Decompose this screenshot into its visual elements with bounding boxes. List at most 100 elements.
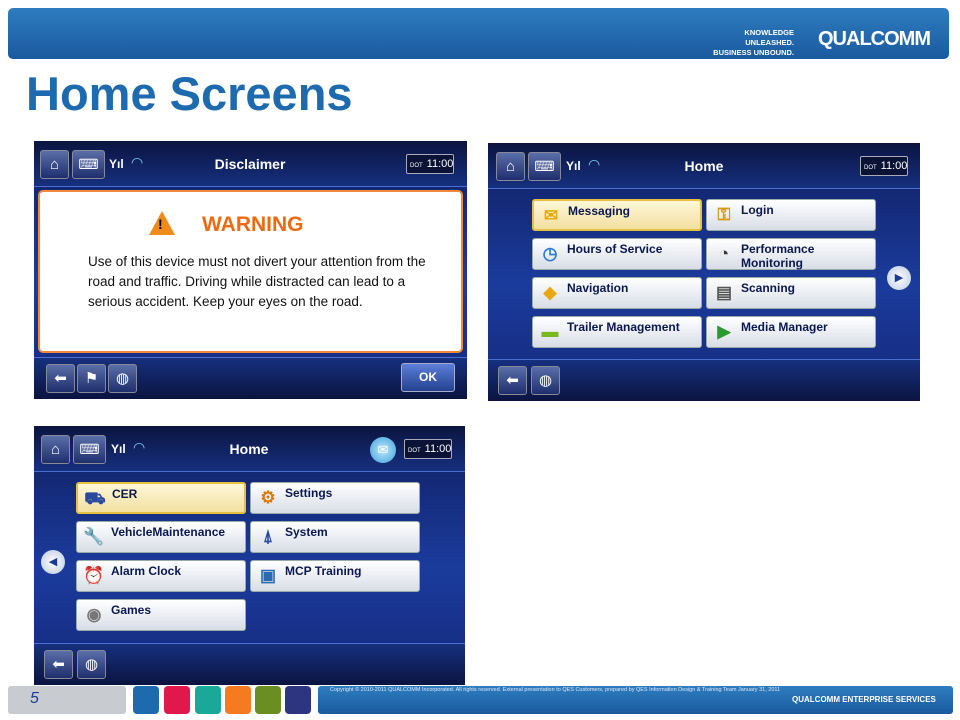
gears-icon: ⚙ <box>260 488 276 507</box>
keyboard-icon: ⌨ <box>78 156 99 172</box>
globe-button[interactable]: ◍ <box>77 650 106 679</box>
bottom-bar: ⬅ ◍ <box>488 359 920 401</box>
signal-icon: Yıl <box>111 442 126 456</box>
bottom-bar: ⬅ ⚑ ◍ OK <box>34 357 467 399</box>
tile-messaging[interactable]: ✉ Messaging <box>532 199 702 231</box>
message-notification-icon[interactable]: ✉ <box>370 437 396 463</box>
status-bar: ⌂ ⌨ Yıl ◠ Home DOT 11:00 <box>488 143 920 189</box>
next-page-button[interactable]: ▶ <box>887 266 911 290</box>
status-bar: ⌂ ⌨ Yıl ◠ Disclaimer DOT 11:00 <box>34 141 467 187</box>
windows-button[interactable]: ⚑ <box>77 364 106 393</box>
road-sign-icon: ◆ <box>543 283 557 302</box>
play-icon: ▶ <box>717 322 731 341</box>
globe-icon: ◍ <box>115 370 130 387</box>
globe-icon: ◍ <box>538 372 553 389</box>
dot-clock: DOT 11:00 <box>404 439 452 459</box>
color-swatch <box>133 686 159 714</box>
tile-hours-of-service[interactable]: ◷ Hours of Service <box>532 238 702 270</box>
dot-clock: DOT 11:00 <box>406 154 454 174</box>
key-icon: ⚿ <box>717 205 731 224</box>
tile-navigation[interactable]: ◆ Navigation <box>532 277 702 309</box>
warning-title: WARNING <box>202 213 304 236</box>
monitor-icon: ▣ <box>259 566 277 585</box>
footer: 5 Copyright © 2010-2011 QUALCOMM Incorpo… <box>0 686 960 720</box>
dot-clock: DOT 11:00 <box>860 156 908 176</box>
page-number: 5 <box>30 690 39 707</box>
home-button[interactable]: ⌂ <box>40 150 69 179</box>
signal-icon: Yıl <box>566 159 581 173</box>
keyboard-icon: ⌨ <box>79 441 100 457</box>
home-screen-2: ⌂ ⌨ Yıl ◠ Home ✉ DOT 11:00 ⛟ CER ⚙ Settings… <box>34 426 465 685</box>
wrench-icon: 🔧 <box>83 527 105 546</box>
ok-button[interactable]: OK <box>401 363 455 392</box>
home-button[interactable]: ⌂ <box>496 152 525 181</box>
scanner-icon: ▤ <box>715 283 733 302</box>
previous-page-button[interactable]: ◀ <box>41 550 65 574</box>
wifi-icon: ◠ <box>131 154 144 170</box>
tile-vehicle-maintenance[interactable]: 🔧 VehicleMaintenance <box>76 521 246 553</box>
tile-games[interactable]: ◉ Games <box>76 599 246 631</box>
chevron-left-icon: ◀ <box>48 556 58 568</box>
globe-button[interactable]: ◍ <box>108 364 137 393</box>
bottom-bar: ⬅ ◍ <box>34 643 465 685</box>
tile-system[interactable]: ⍋ System <box>250 521 420 553</box>
keyboard-button[interactable]: ⌨ <box>72 150 105 179</box>
back-arrow-icon: ⬅ <box>506 372 519 389</box>
tile-scanning[interactable]: ▤ Scanning <box>706 277 876 309</box>
warning-card: ! WARNING Use of this device must not di… <box>38 190 463 353</box>
company-name: QUALCOMM ENTERPRISE SERVICES <box>792 695 936 704</box>
home-button[interactable]: ⌂ <box>41 435 70 464</box>
warning-body: Use of this device must not divert your … <box>88 254 426 309</box>
color-swatch <box>225 686 251 714</box>
back-button[interactable]: ⬅ <box>46 364 75 393</box>
footer-bar: Copyright © 2010-2011 QUALCOMM Incorpora… <box>318 686 953 714</box>
disclaimer-screen: ⌂ ⌨ Yıl ◠ Disclaimer DOT 11:00 ! WARNING … <box>34 141 467 399</box>
envelope-icon: ✉ <box>543 206 559 225</box>
back-button[interactable]: ⬅ <box>498 366 527 395</box>
wifi-icon: ◠ <box>133 439 146 455</box>
color-swatch <box>255 686 281 714</box>
keyboard-button[interactable]: ⌨ <box>73 435 106 464</box>
screen-title: Home <box>229 441 269 457</box>
page-title: Home Screens <box>26 67 353 120</box>
home-icon: ⌂ <box>505 158 516 175</box>
screen-title: Disclaimer <box>214 156 286 172</box>
qualcomm-logo: QUALCOMM <box>818 28 931 50</box>
truck-icon: ⛟ <box>84 489 106 508</box>
color-swatch <box>285 686 311 714</box>
tile-cer[interactable]: ⛟ CER <box>76 482 246 514</box>
color-swatch <box>164 686 190 714</box>
status-bar: ⌂ ⌨ Yıl ◠ Home ✉ DOT 11:00 <box>34 426 465 472</box>
gamepad-icon: ◉ <box>86 605 102 624</box>
tile-login[interactable]: ⚿ Login <box>706 199 876 231</box>
home-icon: ⌂ <box>49 156 60 173</box>
color-swatch <box>195 686 221 714</box>
tile-settings[interactable]: ⚙ Settings <box>250 482 420 514</box>
alarm-clock-icon: ⏰ <box>83 566 105 585</box>
home-icon: ⌂ <box>50 441 61 458</box>
page-number-box: 5 <box>8 686 126 714</box>
copyright-text: Copyright © 2010-2011 QUALCOMM Incorpora… <box>330 687 781 693</box>
keyboard-button[interactable]: ⌨ <box>528 152 561 181</box>
home-screen-1: ⌂ ⌨ Yıl ◠ Home DOT 11:00 ✉ Messaging ⚿ Logi… <box>488 143 920 401</box>
brand-tagline: KNOWLEDGE UNLEASHED. BUSINESS UNBOUND. <box>713 28 794 57</box>
wifi-icon: ◠ <box>588 156 601 172</box>
clock-icon: ◷ <box>542 244 558 263</box>
chevron-right-icon: ▶ <box>894 272 904 284</box>
tile-mcp-training[interactable]: ▣ MCP Training <box>250 560 420 592</box>
exclamation-icon: ! <box>158 216 163 232</box>
screen-title: Home <box>684 158 724 174</box>
trailer-icon: ▬ <box>541 322 559 341</box>
windows-flag-icon: ⚑ <box>84 370 99 387</box>
globe-button[interactable]: ◍ <box>531 366 560 395</box>
keyboard-icon: ⌨ <box>534 158 555 174</box>
tile-media-manager[interactable]: ▶ Media Manager <box>706 316 876 348</box>
globe-icon: ◍ <box>84 656 99 673</box>
signal-icon: Yıl <box>109 157 124 171</box>
tile-performance-monitoring[interactable]: ◔ Performance Monitoring <box>706 238 876 270</box>
tile-trailer-management[interactable]: ▬ Trailer Management <box>532 316 702 348</box>
back-arrow-icon: ⬅ <box>54 370 67 387</box>
back-arrow-icon: ⬅ <box>52 656 65 673</box>
back-button[interactable]: ⬅ <box>44 650 73 679</box>
tile-alarm-clock[interactable]: ⏰ Alarm Clock <box>76 560 246 592</box>
